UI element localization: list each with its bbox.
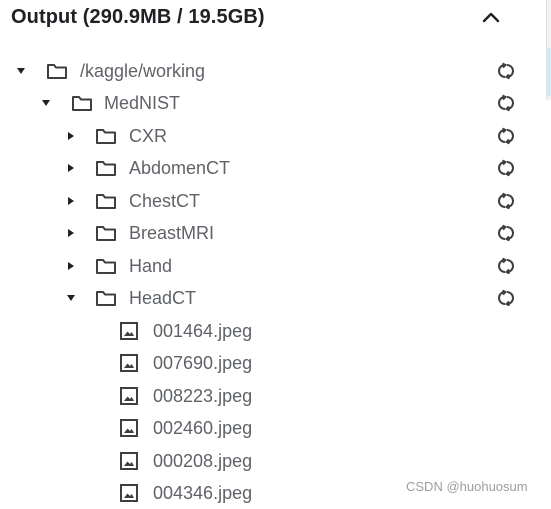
caret-down-icon[interactable] xyxy=(64,291,78,305)
refresh-icon[interactable] xyxy=(496,158,516,178)
tree-row-file[interactable]: 008223.jpeg xyxy=(0,380,530,412)
tree-label-folder[interactable]: ChestCT xyxy=(129,191,200,212)
tree-row-folder[interactable]: BreastMRI xyxy=(0,217,530,249)
tree-row-file[interactable]: 007690.jpeg xyxy=(0,347,530,379)
image-file-icon xyxy=(118,320,140,342)
tree-label-file[interactable]: 001464.jpeg xyxy=(153,321,252,342)
image-file-icon xyxy=(118,385,140,407)
caret-right-icon[interactable] xyxy=(64,161,78,175)
tree-label-root[interactable]: /kaggle/working xyxy=(80,61,205,82)
folder-icon xyxy=(46,60,68,82)
chevron-up-icon xyxy=(482,12,500,23)
tree-label-file[interactable]: 000208.jpeg xyxy=(153,451,252,472)
image-file-icon xyxy=(118,417,140,439)
refresh-icon[interactable] xyxy=(496,93,516,113)
tree-row-folder[interactable]: AbdomenCT xyxy=(0,152,530,184)
folder-icon xyxy=(95,157,117,179)
tree-label-folder[interactable]: AbdomenCT xyxy=(129,158,230,179)
folder-icon xyxy=(95,190,117,212)
tree-label-folder[interactable]: BreastMRI xyxy=(129,223,214,244)
tree-row-folder[interactable]: Hand xyxy=(0,250,530,282)
caret-right-icon[interactable] xyxy=(64,259,78,273)
tree-row-file[interactable]: 002460.jpeg xyxy=(0,412,530,444)
refresh-icon[interactable] xyxy=(496,191,516,211)
tree-label-folder[interactable]: Hand xyxy=(129,256,172,277)
folder-icon xyxy=(95,255,117,277)
refresh-icon[interactable] xyxy=(496,256,516,276)
tree-row-folder[interactable]: ChestCT xyxy=(0,185,530,217)
tree-label-file[interactable]: 007690.jpeg xyxy=(153,353,252,374)
collapse-button[interactable] xyxy=(478,4,504,30)
caret-right-icon[interactable] xyxy=(64,129,78,143)
tree-label-folder[interactable]: HeadCT xyxy=(129,288,196,309)
tree-row-folder-expanded[interactable]: HeadCT xyxy=(0,282,530,314)
folder-icon xyxy=(95,125,117,147)
caret-right-icon[interactable] xyxy=(64,194,78,208)
image-file-icon xyxy=(118,450,140,472)
tree-row-root[interactable]: /kaggle/working xyxy=(0,55,530,87)
panel-scroll-edge xyxy=(546,0,551,100)
caret-down-icon[interactable] xyxy=(39,96,53,110)
tree-row-folder[interactable]: CXR xyxy=(0,120,530,152)
tree-label-file[interactable]: 008223.jpeg xyxy=(153,386,252,407)
image-file-icon xyxy=(118,482,140,504)
tree-label-mednist[interactable]: MedNIST xyxy=(104,93,180,114)
tree-label-folder[interactable]: CXR xyxy=(129,126,167,147)
refresh-icon[interactable] xyxy=(496,288,516,308)
tree-row-mednist[interactable]: MedNIST xyxy=(0,87,530,119)
caret-right-icon[interactable] xyxy=(64,226,78,240)
tree-row-file[interactable]: 001464.jpeg xyxy=(0,315,530,347)
caret-down-icon[interactable] xyxy=(14,64,28,78)
tree-row-file[interactable]: 000208.jpeg xyxy=(0,445,530,477)
output-panel-header: Output (290.9MB / 19.5GB) xyxy=(0,0,551,38)
tree-label-file[interactable]: 002460.jpeg xyxy=(153,418,252,439)
folder-icon xyxy=(71,92,93,114)
refresh-icon[interactable] xyxy=(496,126,516,146)
folder-icon xyxy=(95,222,117,244)
image-file-icon xyxy=(118,352,140,374)
watermark: CSDN @huohuosum xyxy=(406,479,528,494)
output-title: Output (290.9MB / 19.5GB) xyxy=(11,6,265,28)
refresh-icon[interactable] xyxy=(496,61,516,81)
folder-icon xyxy=(95,287,117,309)
tree-label-file[interactable]: 004346.jpeg xyxy=(153,483,252,504)
refresh-icon[interactable] xyxy=(496,223,516,243)
